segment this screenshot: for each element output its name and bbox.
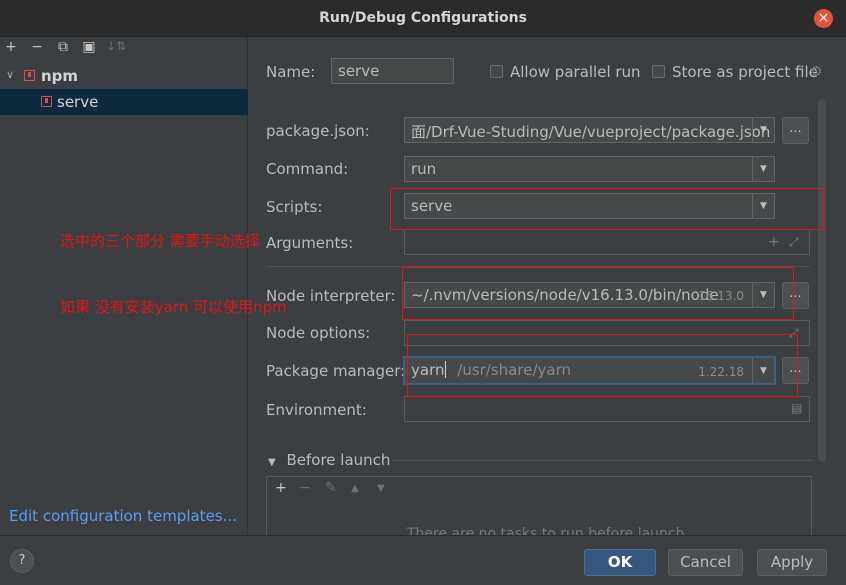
chevron-down-icon[interactable]: ▼ [752,118,774,142]
separator [392,460,812,461]
annotation-note-2: 如果 没有安装yarn 可以使用npm [60,298,287,316]
plus-icon[interactable]: + [2,39,20,55]
sidebar-toolbar: + − ⧉ ▣ ↓⇅ [0,37,248,61]
chevron-down-icon[interactable]: ∨ [6,68,14,81]
allow-parallel-label[interactable]: Allow parallel run [510,63,641,81]
expand-icon[interactable]: ⤢ [789,235,799,250]
new-folder-icon[interactable]: ▣ [80,39,98,55]
plus-icon[interactable]: + [768,234,780,250]
chevron-down-icon[interactable]: ▼ [268,457,276,468]
sort-icon[interactable]: ↓⇅ [106,39,126,53]
dialog-button-bar: ? OK Cancel Apply [0,535,846,585]
help-button[interactable]: ? [10,549,34,573]
annotation-box-scripts [390,188,824,230]
apply-button[interactable]: Apply [757,549,827,576]
configurations-sidebar: + − ⧉ ▣ ↓⇅ ∨ npm serve Edit configuratio… [0,37,248,535]
package-json-label: package.json: [266,122,370,140]
package-json-select[interactable]: 面/Drf-Vue-Studing/Vue/vueproject/package… [404,117,775,143]
form-scrollbar[interactable] [818,99,826,462]
arguments-input[interactable] [404,229,810,255]
name-input[interactable]: serve [331,58,454,84]
store-project-checkbox[interactable] [652,65,665,78]
close-icon[interactable]: × [814,9,833,28]
minus-icon[interactable]: − [299,480,311,496]
edit-templates-link[interactable]: Edit configuration templates... [9,507,237,525]
minus-icon[interactable]: − [28,39,46,55]
plus-icon[interactable]: + [275,480,287,496]
browse-package-json-button[interactable]: ... [782,117,809,144]
window-title: Run/Debug Configurations [319,10,527,26]
copy-icon[interactable]: ⧉ [54,39,72,55]
tree-item-serve[interactable]: serve [0,89,248,115]
npm-run-icon [41,96,52,107]
cancel-button[interactable]: Cancel [668,549,743,576]
package-json-value: 面/Drf-Vue-Studing/Vue/vueproject/package… [411,123,771,141]
allow-parallel-checkbox[interactable] [490,65,503,78]
environment-input[interactable] [404,396,810,422]
edit-icon[interactable]: ✎ [325,480,337,496]
tree-item-label: serve [57,93,99,111]
command-value: run [411,160,437,178]
annotation-note-1: 选中的三个部分 需要手动选择 [60,232,260,250]
gear-icon[interactable]: ⚙ [810,64,823,80]
before-launch-title: Before launch [286,451,391,469]
move-up-icon[interactable]: ▲ [351,483,359,494]
move-down-icon[interactable]: ▼ [377,483,385,494]
command-select[interactable]: run ▼ [404,156,775,182]
tree-group-label: npm [41,67,79,85]
node-options-label: Node options: [266,324,371,342]
name-label: Name: [266,63,316,81]
environment-label: Environment: [266,401,367,419]
package-manager-label: Package manager: [266,362,406,380]
note-icon[interactable]: ▤ [791,401,802,415]
chevron-down-icon[interactable]: ▼ [752,157,774,181]
store-project-label[interactable]: Store as project file [672,63,818,81]
title-bar: Run/Debug Configurations × [0,0,846,37]
annotation-box-node-interpreter [402,267,794,320]
tree-group-npm[interactable]: ∨ npm [0,63,248,89]
annotation-box-package-manager [407,334,798,397]
before-launch-section[interactable]: ▼ Before launch [268,451,390,469]
ok-button[interactable]: OK [584,549,656,576]
arguments-label: Arguments: [266,234,354,252]
scripts-label: Scripts: [266,198,323,216]
npm-run-icon [24,70,35,81]
command-label: Command: [266,160,349,178]
